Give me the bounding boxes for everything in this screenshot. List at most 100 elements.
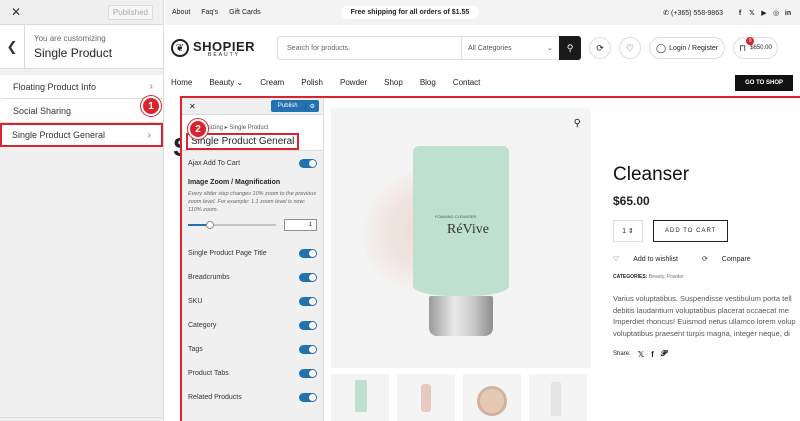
- quantity-stepper[interactable]: 1 ⇕: [613, 220, 643, 242]
- add-to-cart-button[interactable]: ADD TO CART: [653, 220, 729, 242]
- search-icon: ⚲: [566, 42, 574, 53]
- nav-cream[interactable]: Cream: [260, 78, 284, 87]
- setting-related-products: Related Products: [188, 385, 317, 409]
- zoom-slider[interactable]: [188, 221, 276, 229]
- customizer-sidebar: ✕ Published ❮ You are customizing Single…: [0, 0, 164, 421]
- instagram-icon[interactable]: ◎: [771, 9, 781, 17]
- cart-count-badge: 0: [746, 37, 755, 45]
- facebook-icon[interactable]: f: [651, 350, 654, 359]
- menu-item-single-product-general[interactable]: Single Product General ›: [0, 123, 163, 147]
- toggle-switch[interactable]: [299, 392, 317, 402]
- topbar-link-gift-cards[interactable]: Gift Cards: [229, 9, 261, 16]
- nav-beauty[interactable]: Beauty ⌄: [209, 78, 243, 87]
- thumbnail-4[interactable]: [529, 374, 587, 421]
- customizer-section-header: ❮ You are customizing Single Product: [0, 24, 163, 69]
- toggle-switch[interactable]: [299, 296, 317, 306]
- customizer-topbar: ✕ Published: [0, 0, 163, 25]
- menu-item-floating-product-info[interactable]: Floating Product Info ›: [0, 75, 163, 99]
- close-icon[interactable]: ✕: [189, 102, 196, 111]
- zoom-slider-handle[interactable]: [205, 221, 214, 229]
- setting-tags: Tags: [188, 337, 317, 361]
- product-description: Varius voluptatibus. Suspendisse vestibu…: [613, 294, 796, 338]
- back-arrow-icon[interactable]: ❮: [0, 24, 25, 69]
- floating-panel-topbar: ✕ Publish ⚙: [182, 98, 323, 115]
- compare-link[interactable]: ⟳ Compare: [702, 255, 763, 263]
- compare-button[interactable]: ⟳: [589, 37, 612, 59]
- thumbnail-2[interactable]: [397, 374, 455, 421]
- callout-badge-2: 2: [188, 119, 208, 139]
- x-twitter-icon[interactable]: 𝕏: [747, 9, 757, 17]
- youtube-icon[interactable]: ▶: [759, 9, 769, 17]
- nav-contact[interactable]: Contact: [453, 78, 481, 87]
- linkedin-icon[interactable]: in: [783, 10, 793, 17]
- phone-number: ✆ (+365) 558-9863: [663, 9, 723, 17]
- product-tube-image: FOAMING CLEANSER RéVive: [413, 146, 509, 296]
- callout-badge-1: 1: [141, 96, 161, 116]
- breadcrumb: Customizing ▸ Single Product: [190, 125, 269, 131]
- topbar-link-about[interactable]: About: [172, 9, 190, 16]
- gear-icon[interactable]: ⚙: [304, 102, 319, 110]
- floating-customizer-panel: ✕ Publish ⚙ Customizing ▸ Single Product…: [182, 98, 324, 421]
- toggle-switch[interactable]: [299, 158, 317, 168]
- setting-sku: SKU: [188, 289, 317, 313]
- x-twitter-icon[interactable]: 𝕏: [638, 350, 644, 359]
- search-button[interactable]: ⚲: [559, 36, 582, 60]
- social-links: f 𝕏 ▶ ◎ in: [733, 9, 793, 17]
- nav-home[interactable]: Home: [171, 78, 192, 87]
- toggle-switch[interactable]: [299, 272, 317, 282]
- heart-icon: ♡: [613, 256, 622, 263]
- product-gallery[interactable]: ⚲ FOAMING CLEANSER RéVive: [331, 108, 591, 368]
- zoom-magnifier-icon[interactable]: ⚲: [574, 118, 581, 129]
- go-to-shop-button[interactable]: GO TO SHOP: [735, 74, 793, 91]
- toggle-switch[interactable]: [299, 368, 317, 378]
- category-links[interactable]: Beauty, Powder: [649, 274, 684, 280]
- product-summary: Cleanser $65.00 1 ⇕ ADD TO CART ♡ Add to…: [613, 164, 800, 359]
- nav-shop[interactable]: Shop: [384, 78, 403, 87]
- facebook-icon[interactable]: f: [735, 10, 745, 17]
- nav-polish[interactable]: Polish: [301, 78, 323, 87]
- thumbnail-3[interactable]: [463, 374, 521, 421]
- site-header: ❦ SHOPIER BEAUTY Search for products. Al…: [165, 25, 800, 71]
- pinterest-icon[interactable]: 𝓟: [661, 349, 667, 359]
- add-to-wishlist-link[interactable]: ♡ Add to wishlist: [613, 255, 690, 263]
- product-price: $65.00: [613, 194, 650, 208]
- toggle-switch[interactable]: [299, 248, 317, 258]
- share-row: Share: 𝕏f𝓟: [613, 349, 667, 359]
- search-input[interactable]: Search for products.: [278, 45, 461, 52]
- toggle-switch[interactable]: [299, 320, 317, 330]
- chevron-right-icon: ›: [149, 81, 153, 92]
- close-icon[interactable]: ✕: [11, 5, 21, 19]
- thumbnail-1[interactable]: [331, 374, 389, 421]
- toggle-switch[interactable]: [299, 344, 317, 354]
- setting-product-tabs: Product Tabs: [188, 361, 317, 385]
- menu-item-social-sharing[interactable]: Social Sharing›: [0, 99, 163, 123]
- refresh-icon: ⟳: [596, 42, 604, 53]
- cart-button[interactable]: ⊓ 0 $650.00: [733, 37, 778, 59]
- shipping-banner: Free shipping for all orders of $1.55: [340, 6, 480, 19]
- publish-button[interactable]: Publish: [271, 103, 305, 109]
- sidebar-footer: [0, 417, 163, 421]
- zoom-number-input[interactable]: 1: [283, 219, 317, 231]
- login-button[interactable]: ◯ Login / Register: [649, 37, 726, 59]
- site-topbar: About Faq's Gift Cards Free shipping for…: [165, 0, 800, 25]
- chevron-down-icon: ⌄: [547, 45, 554, 52]
- published-button[interactable]: Published: [107, 4, 153, 20]
- tube-cap-image: [429, 296, 493, 336]
- customizing-label: You are customizing: [34, 33, 106, 43]
- user-icon: ◯: [656, 42, 667, 53]
- product-thumbnails: [331, 374, 595, 421]
- section-title: Single Product: [34, 45, 113, 60]
- product-title: Cleanser: [613, 164, 690, 185]
- category-select[interactable]: All Categories ⌄: [461, 37, 559, 59]
- setting-category: Category: [188, 313, 317, 337]
- site-logo[interactable]: ❦ SHOPIER BEAUTY: [171, 39, 255, 58]
- nav-blog[interactable]: Blog: [420, 78, 436, 87]
- setting-page-title: Single Product Page Title: [188, 241, 317, 265]
- wishlist-button[interactable]: ♡: [619, 37, 642, 59]
- chevron-right-icon: ›: [147, 129, 151, 141]
- refresh-icon: ⟳: [701, 256, 710, 263]
- nav-powder[interactable]: Powder: [340, 78, 367, 87]
- product-categories: CATEGORIES: Beauty, Powder: [613, 274, 684, 280]
- topbar-link-faqs[interactable]: Faq's: [201, 9, 218, 16]
- setting-image-zoom: Image Zoom / Magnification Every slider …: [188, 175, 317, 231]
